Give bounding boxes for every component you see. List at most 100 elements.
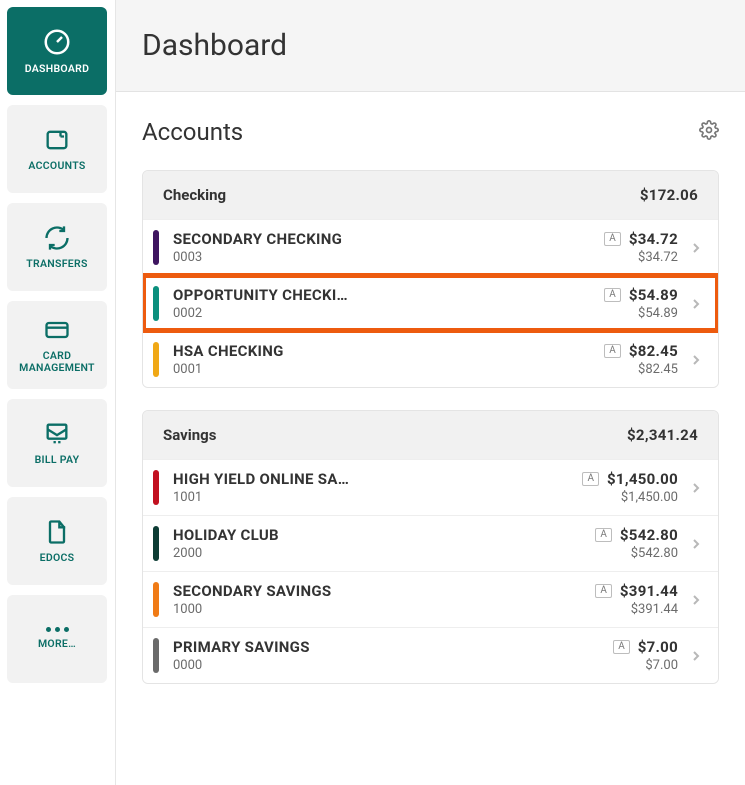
dashboard-icon: [42, 27, 72, 57]
account-color-bar: [153, 470, 159, 505]
account-row[interactable]: PRIMARY SAVINGS 0000 A $7.00 $7.00: [143, 627, 718, 683]
chevron-right-icon: [688, 582, 704, 617]
account-amounts: A$391.44$391.44: [595, 582, 678, 617]
group-title: Checking: [163, 186, 226, 204]
badge-a: A: [582, 472, 599, 486]
account-color-bar: [153, 638, 159, 673]
account-name: SECONDARY CHECKING: [173, 230, 592, 248]
more-icon: [46, 627, 69, 632]
account-balance: $54.89: [629, 286, 678, 304]
account-available: $54.89: [604, 306, 678, 321]
account-amounts: A $82.45 $82.45: [604, 342, 678, 377]
group-header: Savings $2,341.24: [143, 411, 718, 459]
account-available: $542.80: [595, 546, 678, 561]
group-total: $172.06: [640, 186, 698, 204]
account-main: PRIMARY SAVINGS 0000: [173, 638, 601, 673]
sidebar-item-bill-pay[interactable]: BILL PAY: [7, 399, 107, 487]
badge-a: A: [613, 640, 630, 654]
account-number: 0000: [173, 658, 601, 673]
account-balance: $7.00: [638, 638, 678, 656]
account-main: OPPORTUNITY CHECKI… 0002: [173, 286, 592, 321]
sidebar-item-accounts[interactable]: ACCOUNTS: [7, 105, 107, 193]
account-color-bar: [153, 526, 159, 561]
chevron-right-icon: [688, 470, 704, 505]
account-amounts: A $7.00 $7.00: [613, 638, 678, 673]
sidebar-item-label: TRANSFERS: [20, 258, 93, 270]
account-row[interactable]: OPPORTUNITY CHECKI… 0002 A $54.89 $54.89: [143, 275, 718, 331]
sidebar-item-label: EDOCS: [34, 552, 81, 564]
group-total: $2,341.24: [627, 426, 698, 444]
bill-pay-icon: [43, 420, 71, 448]
chevron-right-icon: [688, 526, 704, 561]
account-row[interactable]: HSA CHECKING0001 A $82.45 $82.45: [143, 331, 718, 387]
account-color-bar: [153, 582, 159, 617]
sidebar-item-label: BILL PAY: [29, 454, 86, 466]
account-main: HIGH YIELD ONLINE SA… 1001: [173, 470, 570, 505]
card-icon: [43, 316, 71, 344]
sidebar-item-label: ACCOUNTS: [22, 160, 91, 172]
account-main: HSA CHECKING0001: [173, 342, 592, 377]
account-balance: $1,450.00: [607, 470, 678, 488]
sidebar-item-edocs[interactable]: EDOCS: [7, 497, 107, 585]
account-number: 0002: [173, 306, 592, 321]
account-number: 0003: [173, 250, 592, 265]
sidebar-item-label: MORE…: [32, 638, 82, 650]
account-balance: $542.80: [620, 526, 678, 544]
sidebar: DASHBOARD ACCOUNTS TRANSFERS CARD MANAGE…: [0, 0, 115, 785]
account-main: SECONDARY CHECKING 0003: [173, 230, 592, 265]
account-balance: $34.72: [629, 230, 678, 248]
account-color-bar: [153, 342, 159, 377]
chevron-right-icon: [688, 342, 704, 377]
accounts-icon: [43, 126, 71, 154]
group-header: Checking $172.06: [143, 171, 718, 219]
sidebar-item-more[interactable]: MORE…: [7, 595, 107, 683]
account-name: HOLIDAY CLUB: [173, 526, 583, 544]
main: Dashboard Accounts Checking $172.06 SECOND…: [115, 0, 745, 785]
account-number: 1000: [173, 602, 583, 617]
account-available: $1,450.00: [582, 490, 678, 505]
account-balance: $82.45: [629, 342, 678, 360]
account-main: HOLIDAY CLUB 2000: [173, 526, 583, 561]
account-group: Checking $172.06 SECONDARY CHECKING 0003 A $3…: [142, 170, 719, 388]
account-available: $7.00: [613, 658, 678, 673]
sidebar-item-label: DASHBOARD: [19, 63, 96, 75]
account-name: HIGH YIELD ONLINE SA…: [173, 470, 570, 488]
account-name: PRIMARY SAVINGS: [173, 638, 601, 656]
account-name: OPPORTUNITY CHECKI…: [173, 286, 592, 304]
account-number: 2000: [173, 546, 583, 561]
content: Accounts Checking $172.06 SECONDARY CHECKI…: [116, 92, 745, 732]
chevron-right-icon: [688, 638, 704, 673]
page-title: Dashboard: [142, 28, 719, 63]
page-header: Dashboard: [116, 0, 745, 92]
account-name: SECONDARY SAVINGS: [173, 582, 583, 600]
account-number: 1001: [173, 490, 570, 505]
account-amounts: A $54.89 $54.89: [604, 286, 678, 321]
account-available: $391.44: [595, 602, 678, 617]
chevron-right-icon: [688, 286, 704, 321]
sidebar-item-label: CARD MANAGEMENT: [7, 350, 107, 374]
badge-a: A: [595, 528, 612, 542]
account-main: SECONDARY SAVINGS 1000: [173, 582, 583, 617]
gear-icon[interactable]: [699, 120, 719, 144]
account-color-bar: [153, 230, 159, 265]
account-available: $82.45: [604, 362, 678, 377]
account-amounts: A $34.72 $34.72: [604, 230, 678, 265]
sidebar-item-transfers[interactable]: TRANSFERS: [7, 203, 107, 291]
account-row[interactable]: HOLIDAY CLUB 2000 A $542.80 $542.80: [143, 515, 718, 571]
badge-a: A: [604, 288, 621, 302]
badge-a: A: [604, 344, 621, 358]
edocs-icon: [43, 518, 71, 546]
account-available: $34.72: [604, 250, 678, 265]
account-row[interactable]: SECONDARY CHECKING 0003 A $34.72 $34.72: [143, 219, 718, 275]
badge-a: A: [595, 584, 612, 598]
sidebar-item-card-management[interactable]: CARD MANAGEMENT: [7, 301, 107, 389]
group-title: Savings: [163, 426, 216, 444]
account-row[interactable]: HIGH YIELD ONLINE SA… 1001 A $1,450.00 $1,45…: [143, 459, 718, 515]
account-amounts: A $1,450.00 $1,450.00: [582, 470, 678, 505]
account-row[interactable]: SECONDARY SAVINGS1000A$391.44$391.44: [143, 571, 718, 627]
sidebar-item-dashboard[interactable]: DASHBOARD: [7, 7, 107, 95]
account-amounts: A $542.80 $542.80: [595, 526, 678, 561]
account-color-bar: [153, 286, 159, 321]
accounts-section-title: Accounts: [142, 118, 243, 146]
badge-a: A: [604, 232, 621, 246]
